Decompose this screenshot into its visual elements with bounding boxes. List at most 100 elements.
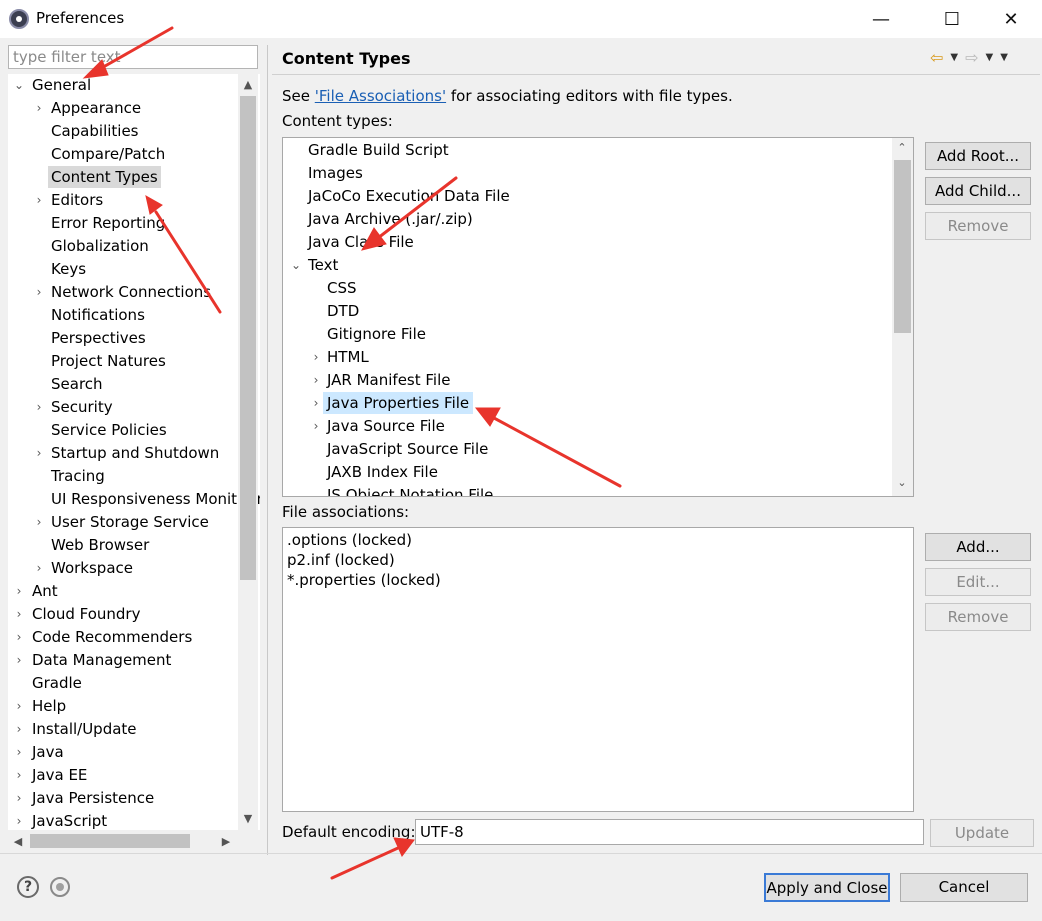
content-type-item[interactable]: JAXB Index File xyxy=(327,461,438,483)
tree-item[interactable]: Compare/Patch xyxy=(51,143,165,165)
file-associations-list[interactable]: .options (locked) p2.inf (locked) *.prop… xyxy=(282,527,914,812)
chevron-right-icon[interactable]: › xyxy=(33,515,45,529)
list-item[interactable]: p2.inf (locked) xyxy=(283,550,913,570)
tree-item-general[interactable]: General xyxy=(32,74,91,96)
tree-item-selected[interactable]: Content Types xyxy=(48,166,161,188)
tree-item[interactable]: Error Reporting xyxy=(51,212,165,234)
content-types-tree[interactable]: Gradle Build Script Images JaCoCo Execut… xyxy=(282,137,914,497)
chevron-right-icon[interactable]: › xyxy=(13,722,25,736)
tree-item[interactable]: Workspace xyxy=(51,557,133,579)
chevron-right-icon[interactable]: › xyxy=(310,396,322,410)
tree-item[interactable]: Capabilities xyxy=(51,120,139,142)
chevron-right-icon[interactable]: › xyxy=(33,101,45,115)
content-type-item[interactable]: Images xyxy=(308,162,363,184)
tree-item[interactable]: JavaScript xyxy=(32,810,107,832)
remove-association-button[interactable]: Remove xyxy=(925,603,1031,631)
content-type-item[interactable]: JAR Manifest File xyxy=(327,369,451,391)
tree-item[interactable]: Globalization xyxy=(51,235,149,257)
tree-item[interactable]: Web Browser xyxy=(51,534,149,556)
content-type-text[interactable]: Text xyxy=(308,254,338,276)
chevron-right-icon[interactable]: › xyxy=(33,193,45,207)
list-item[interactable]: *.properties (locked) xyxy=(283,570,913,590)
tree-item[interactable]: Startup and Shutdown xyxy=(51,442,219,464)
content-type-item[interactable]: Java Archive (.jar/.zip) xyxy=(308,208,473,230)
tree-item[interactable]: Search xyxy=(51,373,103,395)
file-associations-link[interactable]: 'File Associations' xyxy=(315,87,446,105)
scroll-down-icon[interactable]: ▼ xyxy=(240,812,256,825)
content-type-item[interactable]: JS Object Notation File xyxy=(327,484,493,496)
scroll-left-icon[interactable]: ◀ xyxy=(10,835,26,848)
back-arrow-icon[interactable]: ⇦ xyxy=(930,48,943,67)
chevron-right-icon[interactable]: › xyxy=(13,653,25,667)
close-button[interactable]: ✕ xyxy=(988,0,1034,38)
tree-item[interactable]: Gradle xyxy=(32,672,82,694)
scrollbar-thumb[interactable] xyxy=(30,834,190,848)
content-type-item[interactable]: JavaScript Source File xyxy=(327,438,488,460)
help-icon[interactable]: ? xyxy=(17,876,39,898)
chevron-right-icon[interactable]: › xyxy=(13,699,25,713)
chevron-right-icon[interactable]: › xyxy=(33,400,45,414)
chevron-down-icon[interactable]: ⌄ xyxy=(290,258,302,272)
remove-content-type-button[interactable]: Remove xyxy=(925,212,1031,240)
minimize-button[interactable]: — xyxy=(858,0,904,38)
chevron-right-icon[interactable]: › xyxy=(310,419,322,433)
tree-item[interactable]: Tracing xyxy=(51,465,105,487)
preference-tree[interactable]: ⌄ General › Appearance Capabilities Comp… xyxy=(8,74,260,852)
tree-item[interactable]: Java xyxy=(32,741,64,763)
tree-item[interactable]: User Storage Service xyxy=(51,511,209,533)
update-button[interactable]: Update xyxy=(930,819,1034,847)
list-item[interactable]: .options (locked) xyxy=(283,530,913,550)
tree-item[interactable]: Project Natures xyxy=(51,350,166,372)
chevron-right-icon[interactable]: › xyxy=(13,791,25,805)
chevron-right-icon[interactable]: › xyxy=(33,285,45,299)
chevron-right-icon[interactable]: › xyxy=(310,373,322,387)
tree-item[interactable]: Editors xyxy=(51,189,103,211)
scroll-right-icon[interactable]: ▶ xyxy=(218,835,234,848)
content-type-item[interactable]: DTD xyxy=(327,300,359,322)
default-encoding-input[interactable] xyxy=(415,819,924,845)
content-type-item[interactable]: Gradle Build Script xyxy=(308,139,449,161)
maximize-button[interactable]: ☐ xyxy=(929,0,975,38)
tree-item[interactable]: Java EE xyxy=(32,764,87,786)
tree-item[interactable]: Notifications xyxy=(51,304,145,326)
chevron-right-icon[interactable]: › xyxy=(33,561,45,575)
tree-item[interactable]: Java Persistence xyxy=(32,787,154,809)
tree-item[interactable]: Code Recommenders xyxy=(32,626,192,648)
chevron-right-icon[interactable]: › xyxy=(13,630,25,644)
add-association-button[interactable]: Add... xyxy=(925,533,1031,561)
tree-item[interactable]: Help xyxy=(32,695,66,717)
scroll-down-icon[interactable]: ⌄ xyxy=(894,476,910,489)
chevron-right-icon[interactable]: › xyxy=(13,607,25,621)
tree-item[interactable]: Cloud Foundry xyxy=(32,603,140,625)
content-type-item[interactable]: Java Class File xyxy=(308,231,414,253)
view-menu-icon[interactable]: ▼ xyxy=(1000,52,1008,63)
scroll-up-icon[interactable]: ▲ xyxy=(240,78,256,91)
forward-menu-icon[interactable]: ▼ xyxy=(986,52,994,63)
content-type-item[interactable]: HTML xyxy=(327,346,369,368)
chevron-right-icon[interactable]: › xyxy=(310,350,322,364)
filter-input[interactable] xyxy=(8,45,258,69)
content-type-item[interactable]: Java Source File xyxy=(327,415,445,437)
tree-item[interactable]: UI Responsiveness Monitoring xyxy=(51,488,260,510)
add-child-button[interactable]: Add Child... xyxy=(925,177,1031,205)
add-root-button[interactable]: Add Root... xyxy=(925,142,1031,170)
tree-item[interactable]: Ant xyxy=(32,580,58,602)
tree-item[interactable]: Perspectives xyxy=(51,327,146,349)
content-type-item[interactable]: Gitignore File xyxy=(327,323,426,345)
chevron-right-icon[interactable]: › xyxy=(13,745,25,759)
tree-item[interactable]: Network Connections xyxy=(51,281,211,303)
content-type-item-selected[interactable]: Java Properties File xyxy=(323,392,474,414)
scrollbar-thumb[interactable] xyxy=(240,96,256,580)
back-menu-icon[interactable]: ▼ xyxy=(950,52,958,63)
tree-item[interactable]: Keys xyxy=(51,258,86,280)
edit-association-button[interactable]: Edit... xyxy=(925,568,1031,596)
content-type-item[interactable]: CSS xyxy=(327,277,357,299)
chevron-right-icon[interactable]: › xyxy=(13,584,25,598)
content-type-item[interactable]: JaCoCo Execution Data File xyxy=(308,185,510,207)
apply-and-close-button[interactable]: Apply and Close xyxy=(764,873,890,902)
scroll-up-icon[interactable]: ⌃ xyxy=(894,141,910,154)
chevron-right-icon[interactable]: › xyxy=(13,814,25,828)
scrollbar-thumb[interactable] xyxy=(894,160,911,333)
oomph-preference-recorder-icon[interactable] xyxy=(50,877,70,897)
forward-arrow-icon[interactable]: ⇨ xyxy=(965,48,978,67)
